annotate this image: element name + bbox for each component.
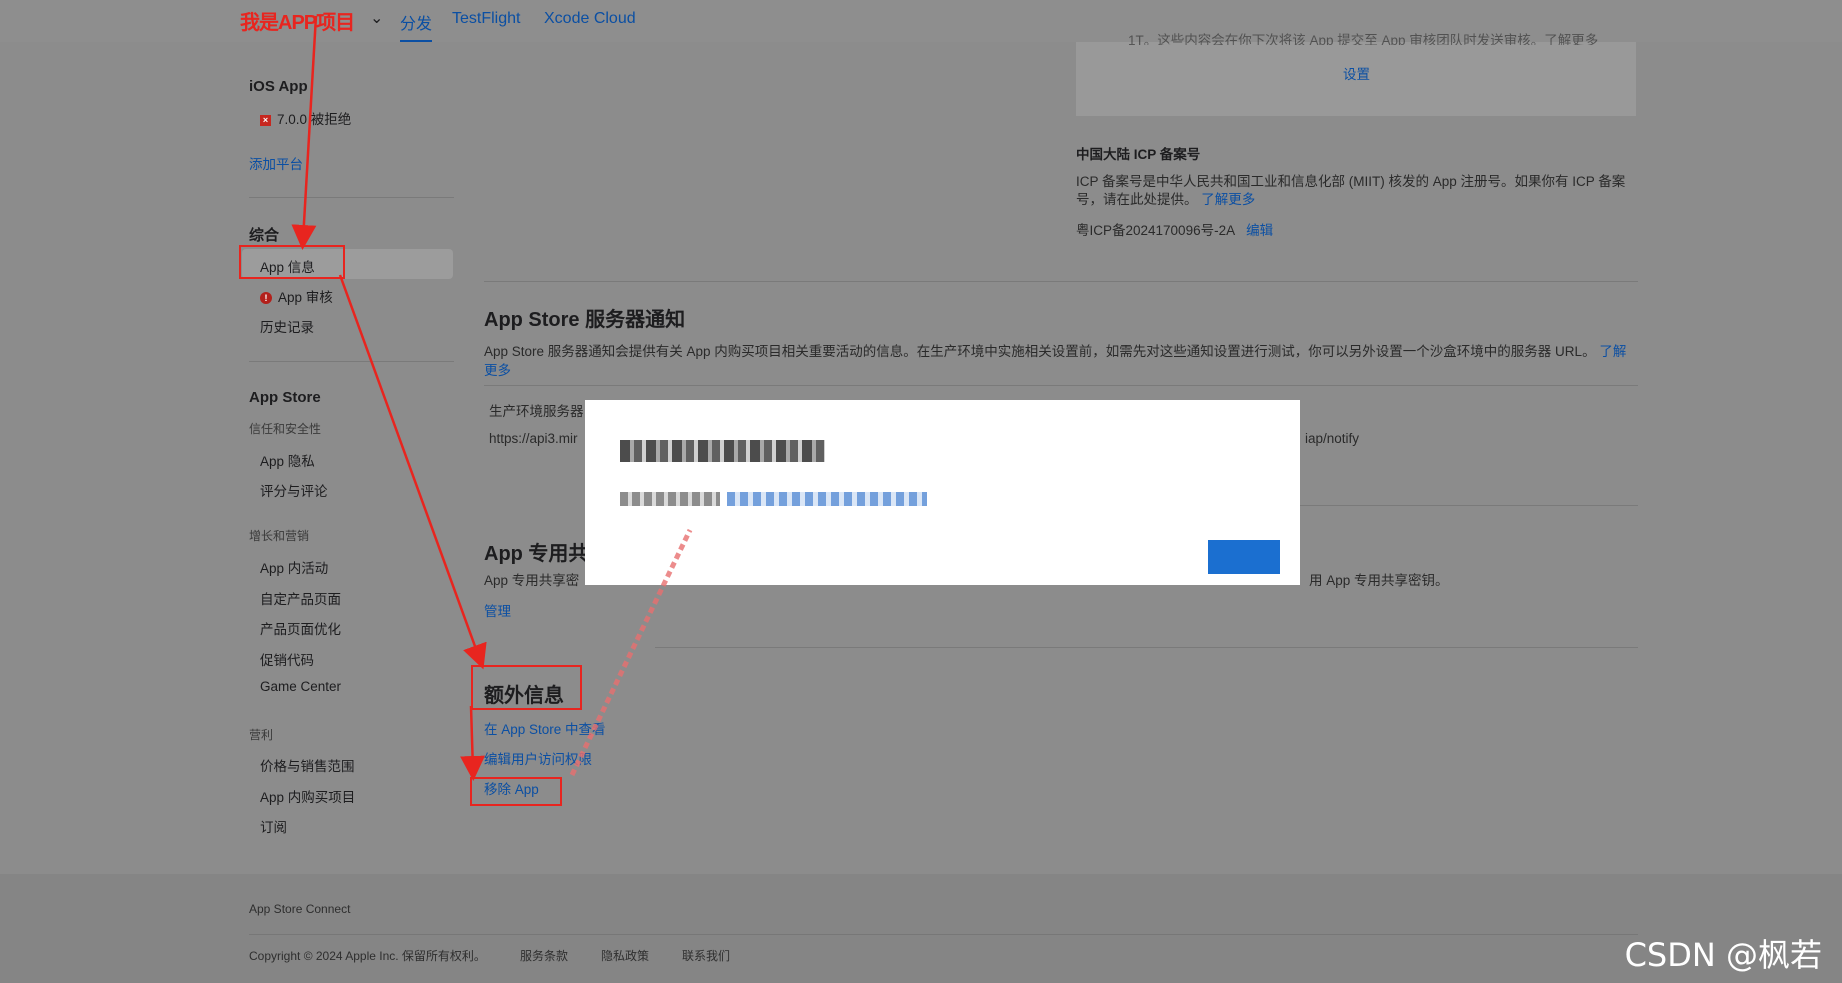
arrow-to-remove-app — [460, 705, 486, 781]
arrow-to-extra-info — [338, 274, 487, 670]
annotation-arrows — [291, 15, 693, 781]
arrow-to-app-info — [291, 15, 318, 250]
watermark: CSDN @枫若 — [1624, 936, 1822, 974]
arrow-to-dialog — [569, 528, 693, 777]
